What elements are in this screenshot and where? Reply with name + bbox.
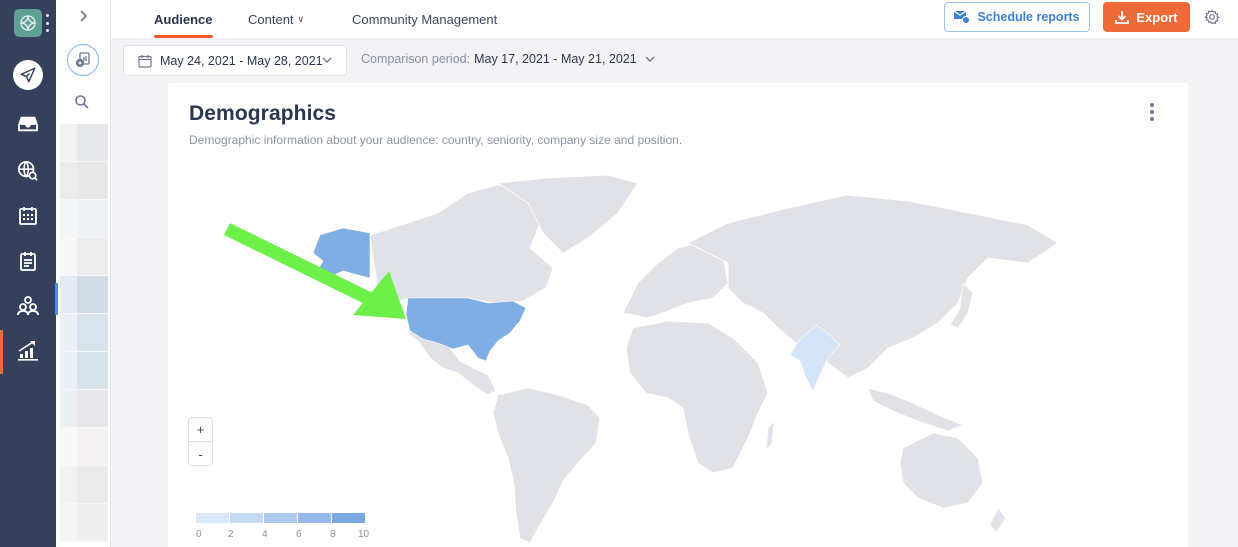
legend-tick-labels: 0 2 4 6 8 10 bbox=[196, 529, 371, 543]
legend-swatch bbox=[230, 513, 263, 523]
legend-tick: 0 bbox=[196, 529, 202, 540]
country-united-states-alaska[interactable] bbox=[312, 227, 371, 279]
reports-column bbox=[55, 0, 111, 547]
zoom-out-button[interactable]: - bbox=[189, 442, 212, 466]
add-report-icon bbox=[75, 52, 90, 68]
legend-tick: 2 bbox=[228, 529, 234, 540]
list-item[interactable] bbox=[60, 124, 108, 162]
map-legend: 0 2 4 6 8 10 bbox=[196, 513, 371, 543]
calendar-grid-icon bbox=[19, 207, 37, 225]
map-svg bbox=[312, 174, 1059, 544]
add-report-button[interactable] bbox=[67, 44, 99, 76]
download-icon bbox=[1115, 11, 1130, 24]
legend-swatch bbox=[264, 513, 297, 523]
comparison-period-picker[interactable]: Comparison period: May 17, 2021 - May 21… bbox=[361, 52, 655, 66]
country-australia[interactable] bbox=[899, 432, 984, 509]
country-canada[interactable] bbox=[369, 184, 554, 304]
map-zoom-control: + - bbox=[188, 417, 213, 466]
list-item[interactable] bbox=[60, 390, 108, 428]
notepad-icon bbox=[20, 252, 36, 271]
app-root: Audience Content ∨ Community Management S… bbox=[0, 0, 1238, 547]
leaf-logo-icon bbox=[20, 15, 36, 31]
list-item[interactable] bbox=[60, 238, 108, 276]
legend-swatch bbox=[196, 513, 229, 523]
world-map[interactable]: + - bbox=[168, 163, 1188, 547]
export-button[interactable]: Export bbox=[1103, 2, 1190, 32]
tab-label: Audience bbox=[154, 11, 213, 27]
nav-publish[interactable] bbox=[0, 55, 56, 95]
continent-africa[interactable] bbox=[625, 320, 769, 474]
main-nav-rail bbox=[0, 0, 56, 547]
list-item[interactable] bbox=[60, 276, 108, 314]
tab-label: Community Management bbox=[352, 11, 498, 27]
export-label: Export bbox=[1136, 9, 1178, 25]
legend-tick: 6 bbox=[296, 529, 302, 540]
envelope-clock-icon bbox=[954, 10, 971, 24]
country-new-zealand[interactable] bbox=[989, 507, 1007, 534]
chevron-down-icon bbox=[322, 57, 332, 63]
legend-tick: 8 bbox=[330, 529, 336, 540]
legend-tick: 10 bbox=[358, 529, 370, 540]
list-item[interactable] bbox=[60, 200, 108, 238]
legend-tick: 4 bbox=[262, 529, 268, 540]
globe-search-icon bbox=[18, 161, 38, 181]
list-item[interactable] bbox=[60, 428, 108, 466]
country-madagascar[interactable] bbox=[765, 419, 775, 453]
search-button[interactable] bbox=[74, 94, 92, 112]
schedule-reports-label: Schedule reports bbox=[977, 10, 1080, 24]
tab-content[interactable]: Content ∨ bbox=[248, 0, 304, 38]
nav-planner[interactable] bbox=[0, 241, 56, 281]
nav-listening[interactable] bbox=[0, 151, 56, 191]
date-range-value: May 24, 2021 - May 28, 2021 bbox=[160, 53, 323, 68]
settings-button[interactable] bbox=[1204, 9, 1220, 25]
region-southeast-asia[interactable] bbox=[867, 387, 965, 432]
list-item[interactable] bbox=[60, 504, 108, 542]
more-options-icon[interactable] bbox=[1146, 103, 1158, 121]
country-united-states[interactable] bbox=[405, 297, 527, 362]
list-item[interactable] bbox=[60, 466, 108, 504]
nav-audience[interactable] bbox=[0, 286, 56, 326]
date-range-picker[interactable]: May 24, 2021 - May 28, 2021 bbox=[123, 45, 347, 76]
chevron-down-icon bbox=[645, 56, 655, 62]
legend-swatch bbox=[332, 513, 365, 523]
list-item[interactable] bbox=[60, 314, 108, 352]
tab-community-management[interactable]: Community Management bbox=[352, 0, 497, 38]
legend-color-scale bbox=[196, 513, 371, 523]
legend-swatch bbox=[298, 513, 331, 523]
card-title: Demographics bbox=[189, 102, 337, 125]
workspace-menu-icon[interactable] bbox=[46, 14, 50, 32]
app-logo[interactable] bbox=[14, 9, 42, 37]
chevron-right-icon bbox=[80, 10, 88, 22]
paper-plane-icon bbox=[20, 67, 36, 83]
continent-south-america[interactable] bbox=[492, 387, 601, 544]
search-icon bbox=[75, 95, 89, 109]
bar-chart-trend-icon bbox=[18, 341, 38, 361]
list-item[interactable] bbox=[60, 162, 108, 200]
tab-label: Content bbox=[248, 11, 294, 27]
inbox-tray-icon bbox=[18, 116, 38, 132]
report-list bbox=[60, 124, 108, 542]
people-group-icon bbox=[17, 296, 39, 316]
nav-analytics[interactable] bbox=[0, 330, 56, 374]
zoom-in-button[interactable]: + bbox=[189, 418, 212, 442]
nav-inbox[interactable] bbox=[0, 104, 56, 144]
comparison-label: Comparison period: bbox=[361, 52, 471, 66]
schedule-reports-button[interactable]: Schedule reports bbox=[944, 2, 1090, 32]
demographics-card: Demographics Demographic information abo… bbox=[168, 83, 1188, 547]
nav-calendar[interactable] bbox=[0, 196, 56, 236]
tab-audience[interactable]: Audience bbox=[154, 0, 213, 38]
comparison-value: May 17, 2021 - May 21, 2021 bbox=[474, 52, 637, 66]
calendar-icon bbox=[138, 54, 152, 68]
card-subtitle: Demographic information about your audie… bbox=[189, 133, 683, 147]
list-item[interactable] bbox=[60, 352, 108, 390]
active-report-marker bbox=[55, 283, 58, 315]
chevron-down-icon: ∨ bbox=[297, 13, 305, 24]
top-bar: Audience Content ∨ Community Management S… bbox=[111, 0, 1238, 38]
gear-icon bbox=[1204, 9, 1220, 25]
expand-panel-button[interactable] bbox=[73, 6, 93, 26]
